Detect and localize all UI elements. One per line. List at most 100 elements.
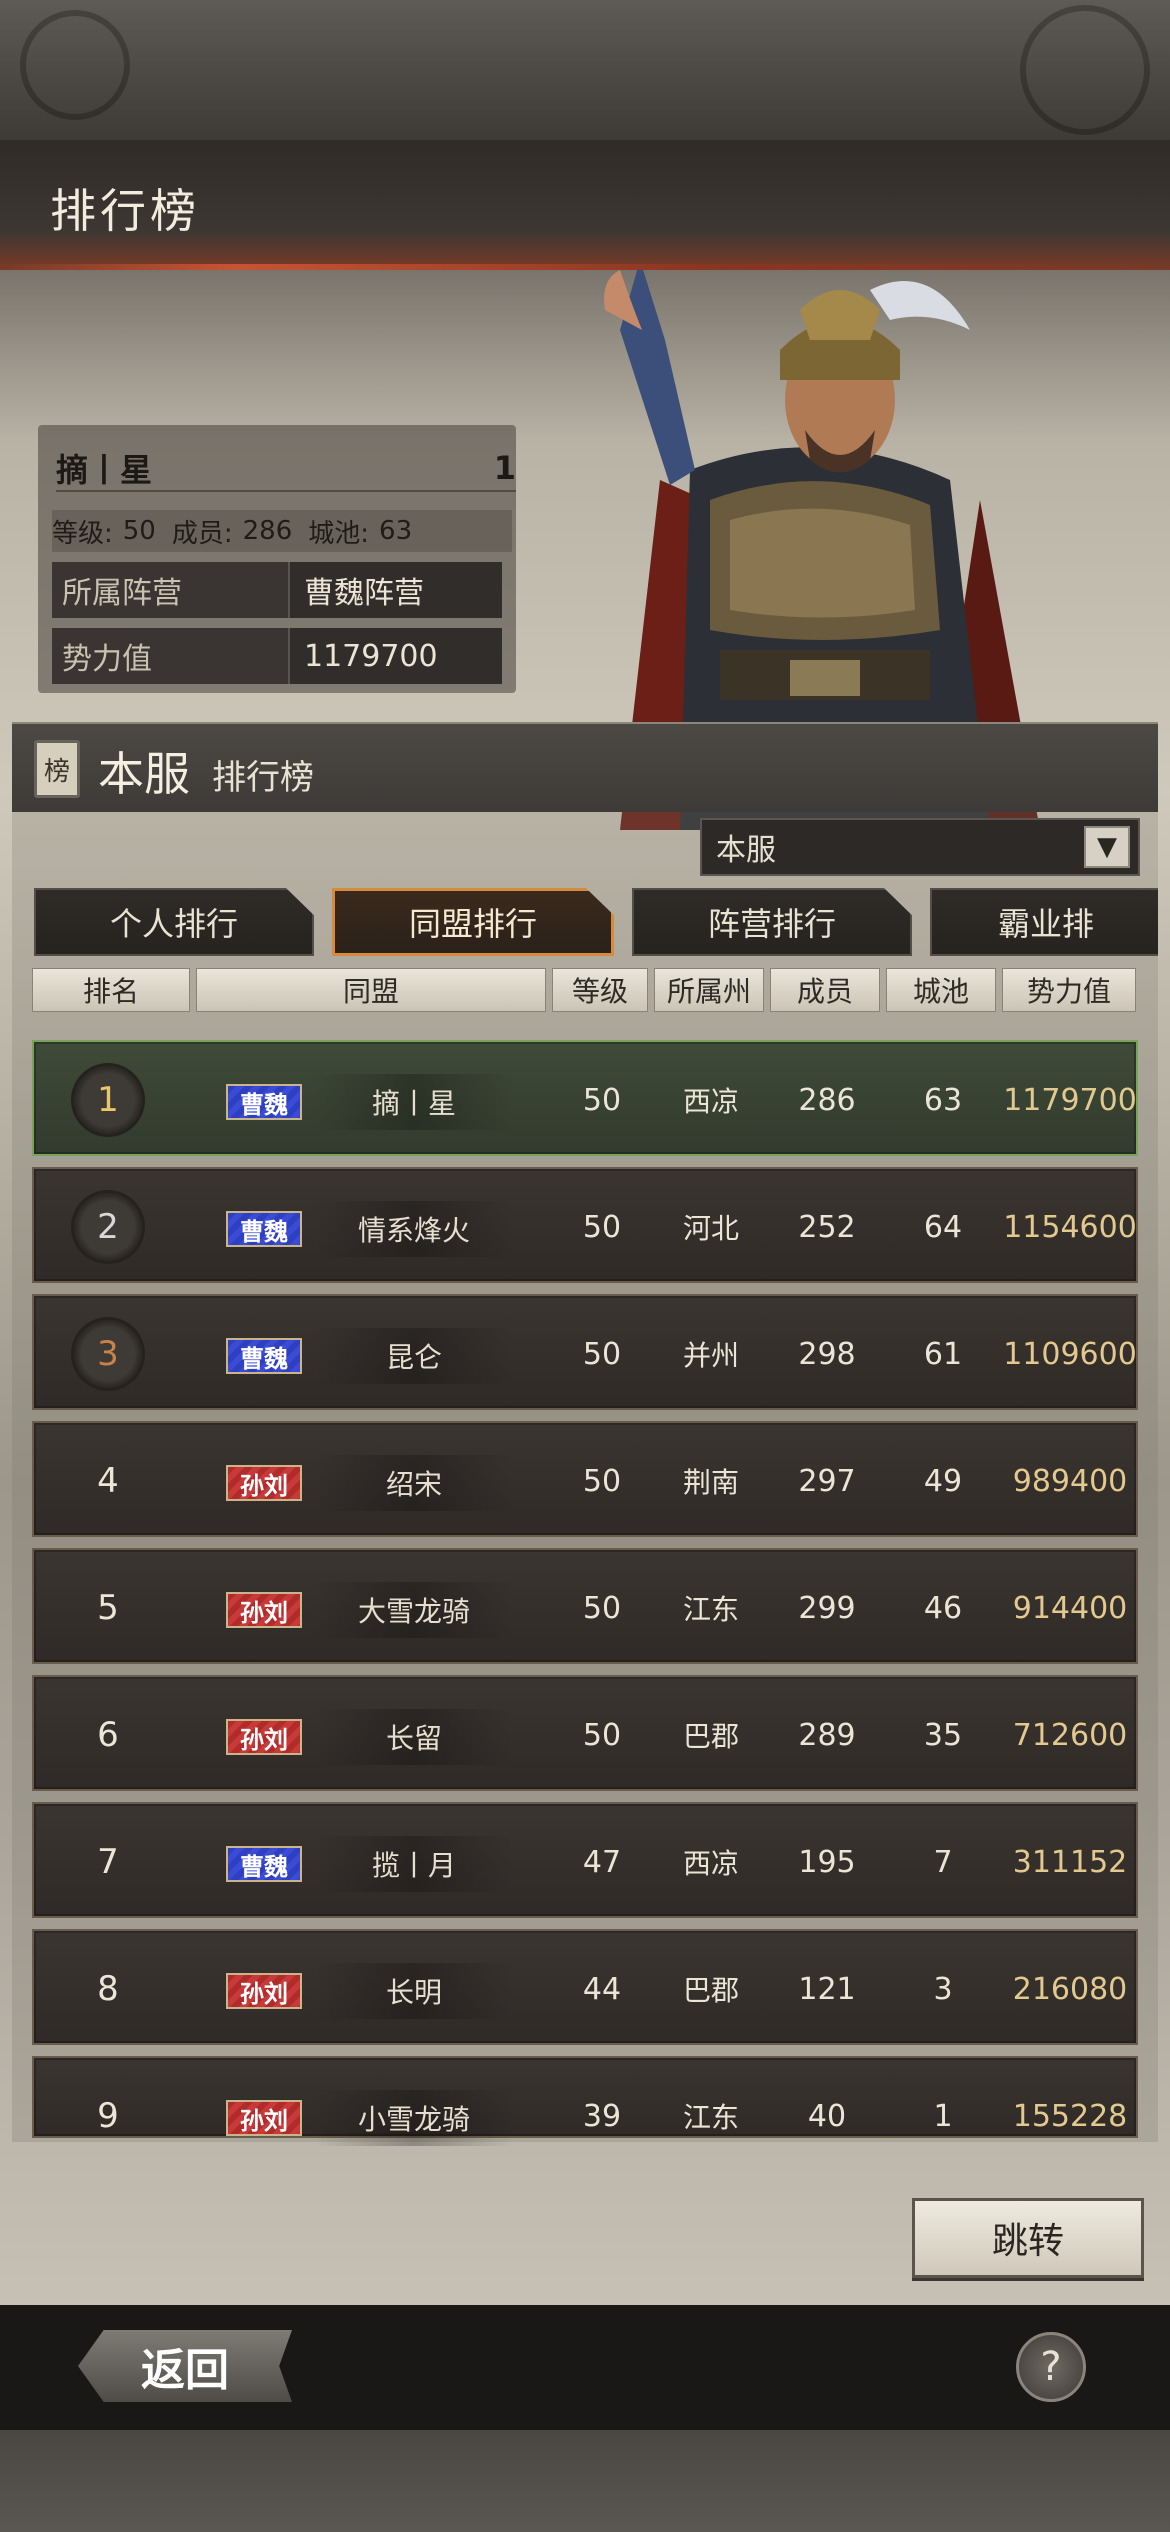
column-header-members[interactable]: 成员 [770, 968, 880, 1012]
server-select[interactable]: 本服 ▼ [700, 818, 1140, 876]
rank-cell: 6 [97, 1715, 119, 1755]
level-cell: 50 [582, 1209, 622, 1245]
faction-badge: 孙刘 [226, 2100, 302, 2136]
back-button[interactable]: 返回 [78, 2330, 292, 2402]
alliance-name-cell: 长留 [314, 1709, 514, 1765]
bottom-background [0, 2430, 1170, 2532]
cities-cell: 64 [923, 1209, 963, 1245]
region-cell: 江东 [682, 2101, 739, 2134]
rank-cell: 7 [97, 1842, 119, 1882]
chevron-down-icon[interactable]: ▼ [1084, 826, 1130, 868]
rank-cell: 4 [97, 1461, 119, 1501]
table-row[interactable]: 4 孙刘 绍宋 50 荆南 297 49 989400 [32, 1421, 1138, 1537]
cities-cell: 46 [923, 1590, 963, 1626]
members-cell: 297 [798, 1463, 856, 1499]
tab-hegemony-ranking[interactable]: 霸业排 [930, 888, 1158, 956]
section-subtitle: 排行榜 [212, 758, 314, 798]
power-cell: 712600 [1012, 1717, 1128, 1753]
power-cell: 1179700 [1003, 1082, 1137, 1118]
column-header-level[interactable]: 等级 [552, 968, 648, 1012]
table-row[interactable]: 9 孙刘 小雪龙骑 39 江东 40 1 155228 [32, 2056, 1138, 2146]
cities-cell: 3 [933, 1971, 953, 2007]
faction-badge: 曹魏 [226, 1211, 302, 1247]
rank-cell: 1 [74, 1066, 142, 1134]
members-label: 成员: [171, 518, 233, 549]
cities-cell: 49 [923, 1463, 963, 1499]
level-cell: 50 [582, 1336, 622, 1372]
faction-badge: 孙刘 [226, 1973, 302, 2009]
alliance-name-cell: 长明 [314, 1963, 514, 2019]
region-cell: 河北 [682, 1212, 739, 1245]
table-row[interactable]: 6 孙刘 长留 50 巴郡 289 35 712600 [32, 1675, 1138, 1791]
members-cell: 121 [798, 1971, 856, 2007]
help-icon[interactable]: ? [1016, 2332, 1086, 2402]
region-cell: 西凉 [682, 1085, 739, 1118]
members-cell: 252 [798, 1209, 856, 1245]
members-cell: 286 [798, 1082, 856, 1118]
power-cell: 311152 [1012, 1844, 1128, 1880]
region-cell: 西凉 [682, 1847, 739, 1880]
tab-label: 阵营排行 [707, 905, 836, 943]
faction-label: 所属阵营 [52, 562, 290, 618]
tab-alliance-ranking[interactable]: 同盟排行 [332, 888, 614, 956]
alliance-name-cell: 小雪龙骑 [314, 2090, 514, 2146]
column-header-region[interactable]: 所属州 [654, 968, 764, 1012]
rank-cell: 5 [97, 1588, 119, 1628]
level-cell: 50 [582, 1463, 622, 1499]
table-row[interactable]: 7 曹魏 揽丨月 47 西凉 195 7 311152 [32, 1802, 1138, 1918]
tab-faction-ranking[interactable]: 阵营排行 [632, 888, 912, 956]
column-header-power[interactable]: 势力值 [1002, 968, 1136, 1012]
members-value: 286 [242, 516, 293, 546]
table-row[interactable]: 8 孙刘 长明 44 巴郡 121 3 216080 [32, 1929, 1138, 2045]
cities-value: 63 [379, 516, 413, 546]
page-title: 排行榜 [50, 184, 200, 238]
faction-badge: 孙刘 [226, 1719, 302, 1755]
column-header-rank[interactable]: 排名 [32, 968, 190, 1012]
server-select-value: 本服 [716, 833, 776, 868]
alliance-name: 摘丨星 [56, 451, 153, 489]
cities-label: 城池: [308, 518, 370, 549]
table-row[interactable]: 2 曹魏 情系烽火 50 河北 252 64 1154600 [32, 1167, 1138, 1283]
alliance-rank: 1 [493, 449, 516, 487]
region-cell: 巴郡 [682, 1720, 739, 1753]
members-cell: 195 [798, 1844, 856, 1880]
level-cell: 50 [582, 1082, 622, 1118]
cities-cell: 63 [923, 1082, 963, 1118]
tab-label: 个人排行 [109, 905, 238, 943]
tab-label: 霸业排 [998, 905, 1095, 943]
cities-cell: 7 [933, 1844, 953, 1880]
faction-badge: 孙刘 [226, 1465, 302, 1501]
region-cell: 江东 [682, 1593, 739, 1626]
power-cell: 989400 [1012, 1463, 1128, 1499]
cities-cell: 61 [923, 1336, 963, 1372]
cloud-ornament [20, 10, 130, 120]
ranking-icon: 榜 [34, 740, 80, 798]
level-cell: 44 [582, 1971, 622, 2007]
table-row[interactable]: 1 曹魏 摘丨星 50 西凉 286 63 1179700 [32, 1040, 1138, 1156]
region-cell: 并州 [682, 1339, 739, 1372]
faction-badge: 孙刘 [226, 1592, 302, 1628]
column-header-cities[interactable]: 城池 [886, 968, 996, 1012]
faction-badge: 曹魏 [226, 1084, 302, 1120]
jump-button[interactable]: 跳转 [912, 2198, 1144, 2278]
faction-value: 曹魏阵营 [290, 562, 502, 618]
section-title: 本服 [98, 747, 190, 801]
power-label: 势力值 [52, 628, 290, 684]
level-cell: 39 [582, 2098, 622, 2134]
table-row[interactable]: 3 曹魏 昆仑 50 并州 298 61 1109600 [32, 1294, 1138, 1410]
alliance-name-cell: 情系烽火 [314, 1201, 514, 1257]
tab-personal-ranking[interactable]: 个人排行 [34, 888, 314, 956]
power-cell: 1154600 [1003, 1209, 1137, 1245]
level-value: 50 [122, 516, 156, 546]
alliance-stats: 等级: 50 成员: 286 城池: 63 [52, 510, 512, 552]
faction-row: 所属阵营 曹魏阵营 [52, 562, 502, 618]
rank-cell: 8 [97, 1969, 119, 2009]
power-row: 势力值 1179700 [52, 628, 502, 684]
power-value: 1179700 [290, 628, 502, 684]
rank-cell: 2 [74, 1193, 142, 1261]
column-header-alliance[interactable]: 同盟 [196, 968, 546, 1012]
power-cell: 155228 [1012, 2098, 1128, 2134]
table-row[interactable]: 5 孙刘 大雪龙骑 50 江东 299 46 914400 [32, 1548, 1138, 1664]
alliance-name-cell: 揽丨月 [314, 1836, 514, 1892]
alliance-name-cell: 绍宋 [314, 1455, 514, 1511]
